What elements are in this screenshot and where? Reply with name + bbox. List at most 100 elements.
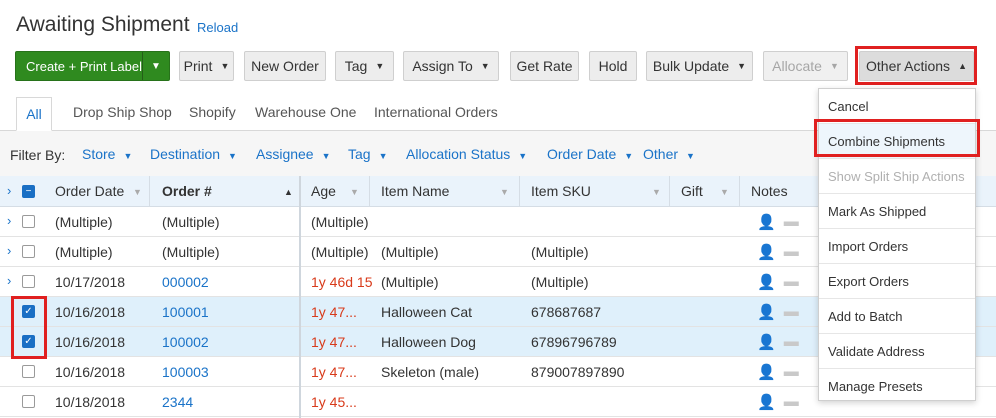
order-number-link[interactable]: 100001 (162, 304, 209, 320)
sort-caret-down-icon: ▼ (720, 187, 729, 197)
person-icon[interactable]: 👤 (757, 333, 776, 351)
order-number-link[interactable]: 000002 (162, 274, 209, 290)
menu-item-import-orders[interactable]: Import Orders (819, 229, 975, 264)
order-date-cell: (Multiple) (55, 214, 113, 230)
order-number-link[interactable]: 100002 (162, 334, 209, 350)
age-cell: 1y 47... (311, 334, 357, 350)
column-item-name[interactable]: Item Name (381, 183, 449, 199)
comment-icon[interactable]: ▬ (784, 333, 799, 351)
caret-down-icon: ▼ (228, 151, 237, 161)
filter-assignee-label: Assignee (256, 146, 314, 162)
caret-down-icon: ▼ (123, 151, 133, 161)
notes-icons: 👤 ▬ (757, 273, 799, 291)
selected-checkboxes-highlight (11, 296, 47, 359)
create-print-label-button[interactable]: Create + Print Label ▼ (15, 51, 170, 81)
hold-button[interactable]: Hold (589, 51, 637, 81)
bulk-update-button[interactable]: Bulk Update ▼ (646, 51, 753, 81)
column-gift[interactable]: Gift (681, 183, 703, 199)
filter-allocation-status[interactable]: Allocation Status ▼ (406, 146, 527, 162)
comment-icon[interactable]: ▬ (784, 363, 799, 381)
expand-chevron-right-icon[interactable]: › (7, 273, 11, 288)
menu-item-add-to-batch[interactable]: Add to Batch (819, 299, 975, 334)
new-order-button[interactable]: New Order (244, 51, 326, 81)
person-icon[interactable]: 👤 (757, 393, 776, 411)
menu-item-show-split-ship-actions[interactable]: Show Split Ship Actions (819, 159, 975, 194)
select-all-checkbox[interactable]: − (22, 185, 35, 198)
person-icon[interactable]: 👤 (757, 303, 776, 321)
item-name-cell: (Multiple) (381, 244, 439, 260)
print-button[interactable]: Print ▼ (179, 51, 234, 81)
filter-other[interactable]: Other ▼ (643, 146, 695, 162)
create-dropdown-caret-icon[interactable]: ▼ (141, 52, 169, 80)
column-order-number[interactable]: Order # (162, 183, 212, 199)
age-cell: 1y 47... (311, 304, 357, 320)
expand-chevron-right-icon[interactable]: › (7, 243, 11, 258)
tab-warehouse-one[interactable]: Warehouse One (255, 104, 356, 120)
filter-tag[interactable]: Tag ▼ (348, 146, 388, 162)
expand-all-chevron-right-icon[interactable]: › (7, 183, 11, 198)
sort-caret-down-icon: ▼ (652, 187, 661, 197)
caret-down-icon: ▼ (378, 151, 388, 161)
person-icon[interactable]: 👤 (757, 273, 776, 291)
menu-item-mark-as-shipped[interactable]: Mark As Shipped (819, 194, 975, 229)
age-cell: (Multiple) (311, 214, 369, 230)
comment-icon[interactable]: ▬ (784, 303, 799, 321)
filter-assignee[interactable]: Assignee ▼ (256, 146, 331, 162)
notes-icons: 👤 ▬ (757, 363, 799, 381)
order-number-link[interactable]: 100003 (162, 364, 209, 380)
caret-down-icon: ▼ (829, 61, 839, 71)
row-checkbox[interactable] (22, 215, 35, 228)
menu-item-manage-presets[interactable]: Manage Presets (819, 369, 975, 404)
column-item-sku[interactable]: Item SKU (531, 183, 591, 199)
caret-down-icon: ▼ (480, 61, 490, 71)
column-notes[interactable]: Notes (751, 183, 788, 199)
column-order-date[interactable]: Order Date (55, 183, 124, 199)
order-date-cell: 10/16/2018 (55, 364, 126, 380)
expand-chevron-right-icon[interactable]: › (7, 213, 11, 228)
get-rate-button[interactable]: Get Rate (510, 51, 579, 81)
tab-drop-ship-shop[interactable]: Drop Ship Shop (73, 104, 172, 120)
row-checkbox[interactable] (22, 275, 35, 288)
comment-icon[interactable]: ▬ (784, 393, 799, 411)
person-icon[interactable]: 👤 (757, 213, 776, 231)
assign-to-button[interactable]: Assign To ▼ (403, 51, 499, 81)
order-number-cell: (Multiple) (162, 214, 220, 230)
tab-international-orders[interactable]: International Orders (374, 104, 498, 120)
item-sku-cell: (Multiple) (531, 274, 589, 290)
tag-button[interactable]: Tag ▼ (335, 51, 394, 81)
column-age[interactable]: Age (311, 183, 336, 199)
row-checkbox[interactable] (22, 395, 35, 408)
comment-icon[interactable]: ▬ (784, 213, 799, 231)
caret-down-icon: ▼ (375, 61, 385, 71)
row-checkbox[interactable] (22, 245, 35, 258)
filter-destination[interactable]: Destination ▼ (150, 146, 237, 162)
menu-item-validate-address[interactable]: Validate Address (819, 334, 975, 369)
order-date-cell: (Multiple) (55, 244, 113, 260)
tab-all[interactable]: All (16, 97, 52, 131)
column-divider (369, 176, 370, 207)
comment-icon[interactable]: ▬ (784, 243, 799, 261)
filter-order-date[interactable]: Order Date ▼ (547, 146, 633, 162)
person-icon[interactable]: 👤 (757, 243, 776, 261)
allocate-button[interactable]: Allocate ▼ (763, 51, 848, 81)
column-divider (669, 176, 670, 207)
item-sku-cell: 678687687 (531, 304, 602, 320)
person-icon[interactable]: 👤 (757, 363, 776, 381)
filter-destination-label: Destination (150, 146, 221, 162)
tab-shopify[interactable]: Shopify (189, 104, 236, 120)
age-cell: 1y 46d 15 (311, 274, 373, 290)
sort-caret-down-icon: ▼ (133, 187, 142, 197)
filter-store[interactable]: Store ▼ (82, 146, 132, 162)
item-name-cell: Skeleton (male) (381, 364, 480, 380)
reload-link[interactable]: Reload (197, 20, 238, 35)
caret-down-icon: ▼ (737, 61, 747, 71)
comment-icon[interactable]: ▬ (784, 273, 799, 291)
menu-item-export-orders[interactable]: Export Orders (819, 264, 975, 299)
other-actions-highlight (855, 46, 977, 85)
new-order-label: New Order (251, 58, 319, 74)
item-sku-cell: 67896796789 (531, 334, 617, 350)
row-checkbox[interactable] (22, 365, 35, 378)
order-number-link[interactable]: 2344 (162, 394, 193, 410)
get-rate-label: Get Rate (516, 58, 573, 74)
item-name-cell: Halloween Cat (381, 304, 473, 320)
